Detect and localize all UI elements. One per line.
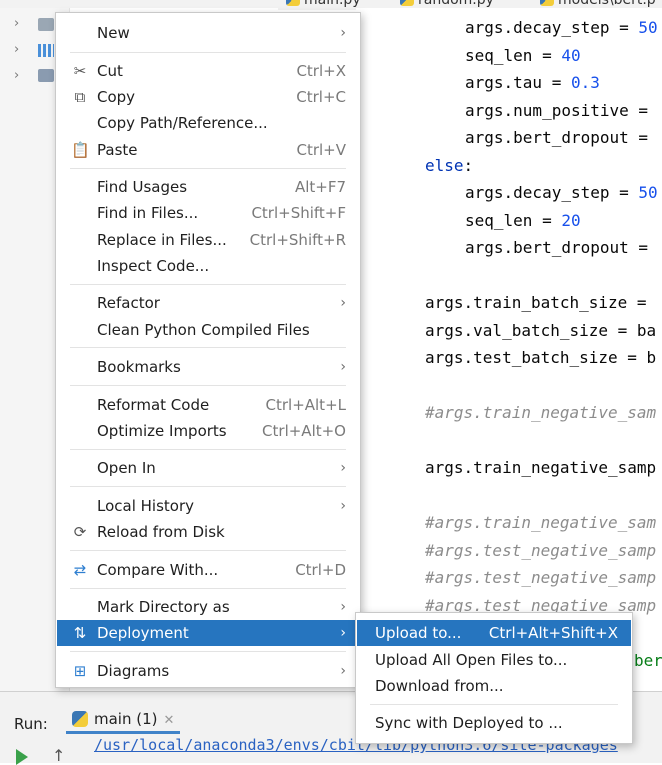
code-line: args.decay_step = 50 [465,18,658,37]
menu-item-local-history[interactable]: Local History › [57,493,359,519]
menu-separator [370,704,618,705]
run-label: Run: [14,715,48,733]
submenu-arrow-icon: › [340,599,346,615]
editor-tab-strip: main.py random.py models\bert.p [0,0,662,10]
menu-item-mark-directory-as[interactable]: Mark Directory as › [57,594,359,620]
menu-separator [70,550,346,551]
submenu-arrow-icon: › [340,25,346,41]
menu-item-clean-python[interactable]: Clean Python Compiled Files [57,317,359,343]
code-line: args.val_batch_size = ba [425,321,657,340]
menu-item-reload-from-disk[interactable]: ⟳ Reload from Disk [57,519,359,545]
arrow-up-icon[interactable]: ↑ [52,746,65,765]
code-line: args.bert_dropout = [465,128,649,147]
code-line: args.decay_step = 50 [465,183,658,202]
menu-item-optimize-imports[interactable]: Optimize Imports Ctrl+Alt+O [57,418,359,444]
menu-item-upload-to[interactable]: Upload to... Ctrl+Alt+Shift+X [357,620,631,646]
compare-icon: ⇄ [73,561,87,579]
code-comment: #args.test_negative_samp [425,541,657,560]
code-line: args.train_negative_samp [425,458,657,477]
code-comment: #args.test_negative_samp [425,568,657,587]
code-line: args.bert_dropout = [465,238,649,257]
code-line: args.train_batch_size = [425,293,647,312]
menu-item-compare-with[interactable]: ⇄ Compare With... Ctrl+D [57,557,359,583]
menu-item-open-in[interactable]: Open In › [57,455,359,481]
menu-item-find-usages[interactable]: Find Usages Alt+F7 [57,174,359,200]
code-line: ber [634,651,662,670]
folder-icon [38,18,54,31]
menu-separator [70,385,346,386]
code-line: args.test_batch_size = b [425,348,657,367]
menu-item-refactor[interactable]: Refactor › [57,290,359,316]
python-file-icon [540,0,554,6]
menu-separator [70,168,346,169]
libraries-icon [38,44,54,57]
code-comment: #args.train_negative_sam [425,403,657,422]
python-icon [72,711,88,727]
menu-item-copy[interactable]: ⧉ Copy Ctrl+C [57,84,359,110]
menu-item-new[interactable]: New › [57,20,359,46]
python-file-icon [286,0,300,6]
menu-separator [70,347,346,348]
clipboard-icon: 📋 [71,141,90,159]
run-tab-main[interactable]: main (1) ✕ [66,706,181,734]
menu-separator [70,449,346,450]
menu-item-cut[interactable]: ✂ Cut Ctrl+X [57,58,359,84]
copy-icon: ⧉ [74,88,86,106]
submenu-arrow-icon: › [340,359,346,375]
menu-separator [70,284,346,285]
scissors-icon: ✂ [73,62,87,80]
menu-item-diagrams[interactable]: ⊞ Diagrams › [57,658,359,684]
menu-separator [70,651,346,652]
submenu-arrow-icon: › [340,663,346,679]
menu-item-paste[interactable]: 📋 Paste Ctrl+V [57,137,359,163]
menu-item-deployment[interactable]: ⇅ Deployment › [57,620,359,646]
submenu-arrow-icon: › [340,460,346,476]
menu-separator [70,52,346,53]
code-line: seq_len = 20 [465,211,581,230]
menu-item-reformat-code[interactable]: Reformat Code Ctrl+Alt+L [57,392,359,418]
scratches-icon [38,69,54,82]
menu-item-find-in-files[interactable]: Find in Files... Ctrl+Shift+F [57,200,359,226]
python-file-icon [400,0,414,6]
code-line: args.num_positive = [465,101,649,120]
reload-icon: ⟳ [73,523,87,541]
code-line: args.tau = 0.3 [465,73,600,92]
code-comment: #args.train_negative_sam [425,513,657,532]
submenu-arrow-icon: › [340,498,346,514]
expand-arrow-icon[interactable]: › [14,16,19,31]
submenu-arrow-icon: › [340,625,346,641]
code-line: seq_len = 40 [465,46,581,65]
code-line: else: [425,156,474,175]
deployment-submenu: Upload to... Ctrl+Alt+Shift+X Upload All… [355,612,633,744]
menu-item-upload-all-open-files[interactable]: Upload All Open Files to... [357,647,631,673]
menu-separator [70,486,346,487]
menu-item-inspect-code[interactable]: Inspect Code... [57,253,359,279]
project-context-menu: New › ✂ Cut Ctrl+X ⧉ Copy Ctrl+C Copy Pa… [55,12,361,688]
diagram-icon: ⊞ [73,662,87,680]
menu-item-bookmarks[interactable]: Bookmarks › [57,354,359,380]
menu-separator [70,588,346,589]
submenu-arrow-icon: › [340,295,346,311]
menu-item-download-from[interactable]: Download from... [357,673,631,699]
deployment-icon: ⇅ [73,624,87,642]
menu-item-sync-with-deployed[interactable]: Sync with Deployed to ... [357,710,631,736]
expand-arrow-icon[interactable]: › [14,68,19,83]
menu-item-copy-path[interactable]: Copy Path/Reference... [57,110,359,136]
close-icon[interactable]: ✕ [164,713,175,728]
expand-arrow-icon[interactable]: › [14,42,19,57]
menu-item-replace-in-files[interactable]: Replace in Files... Ctrl+Shift+R [57,227,359,253]
